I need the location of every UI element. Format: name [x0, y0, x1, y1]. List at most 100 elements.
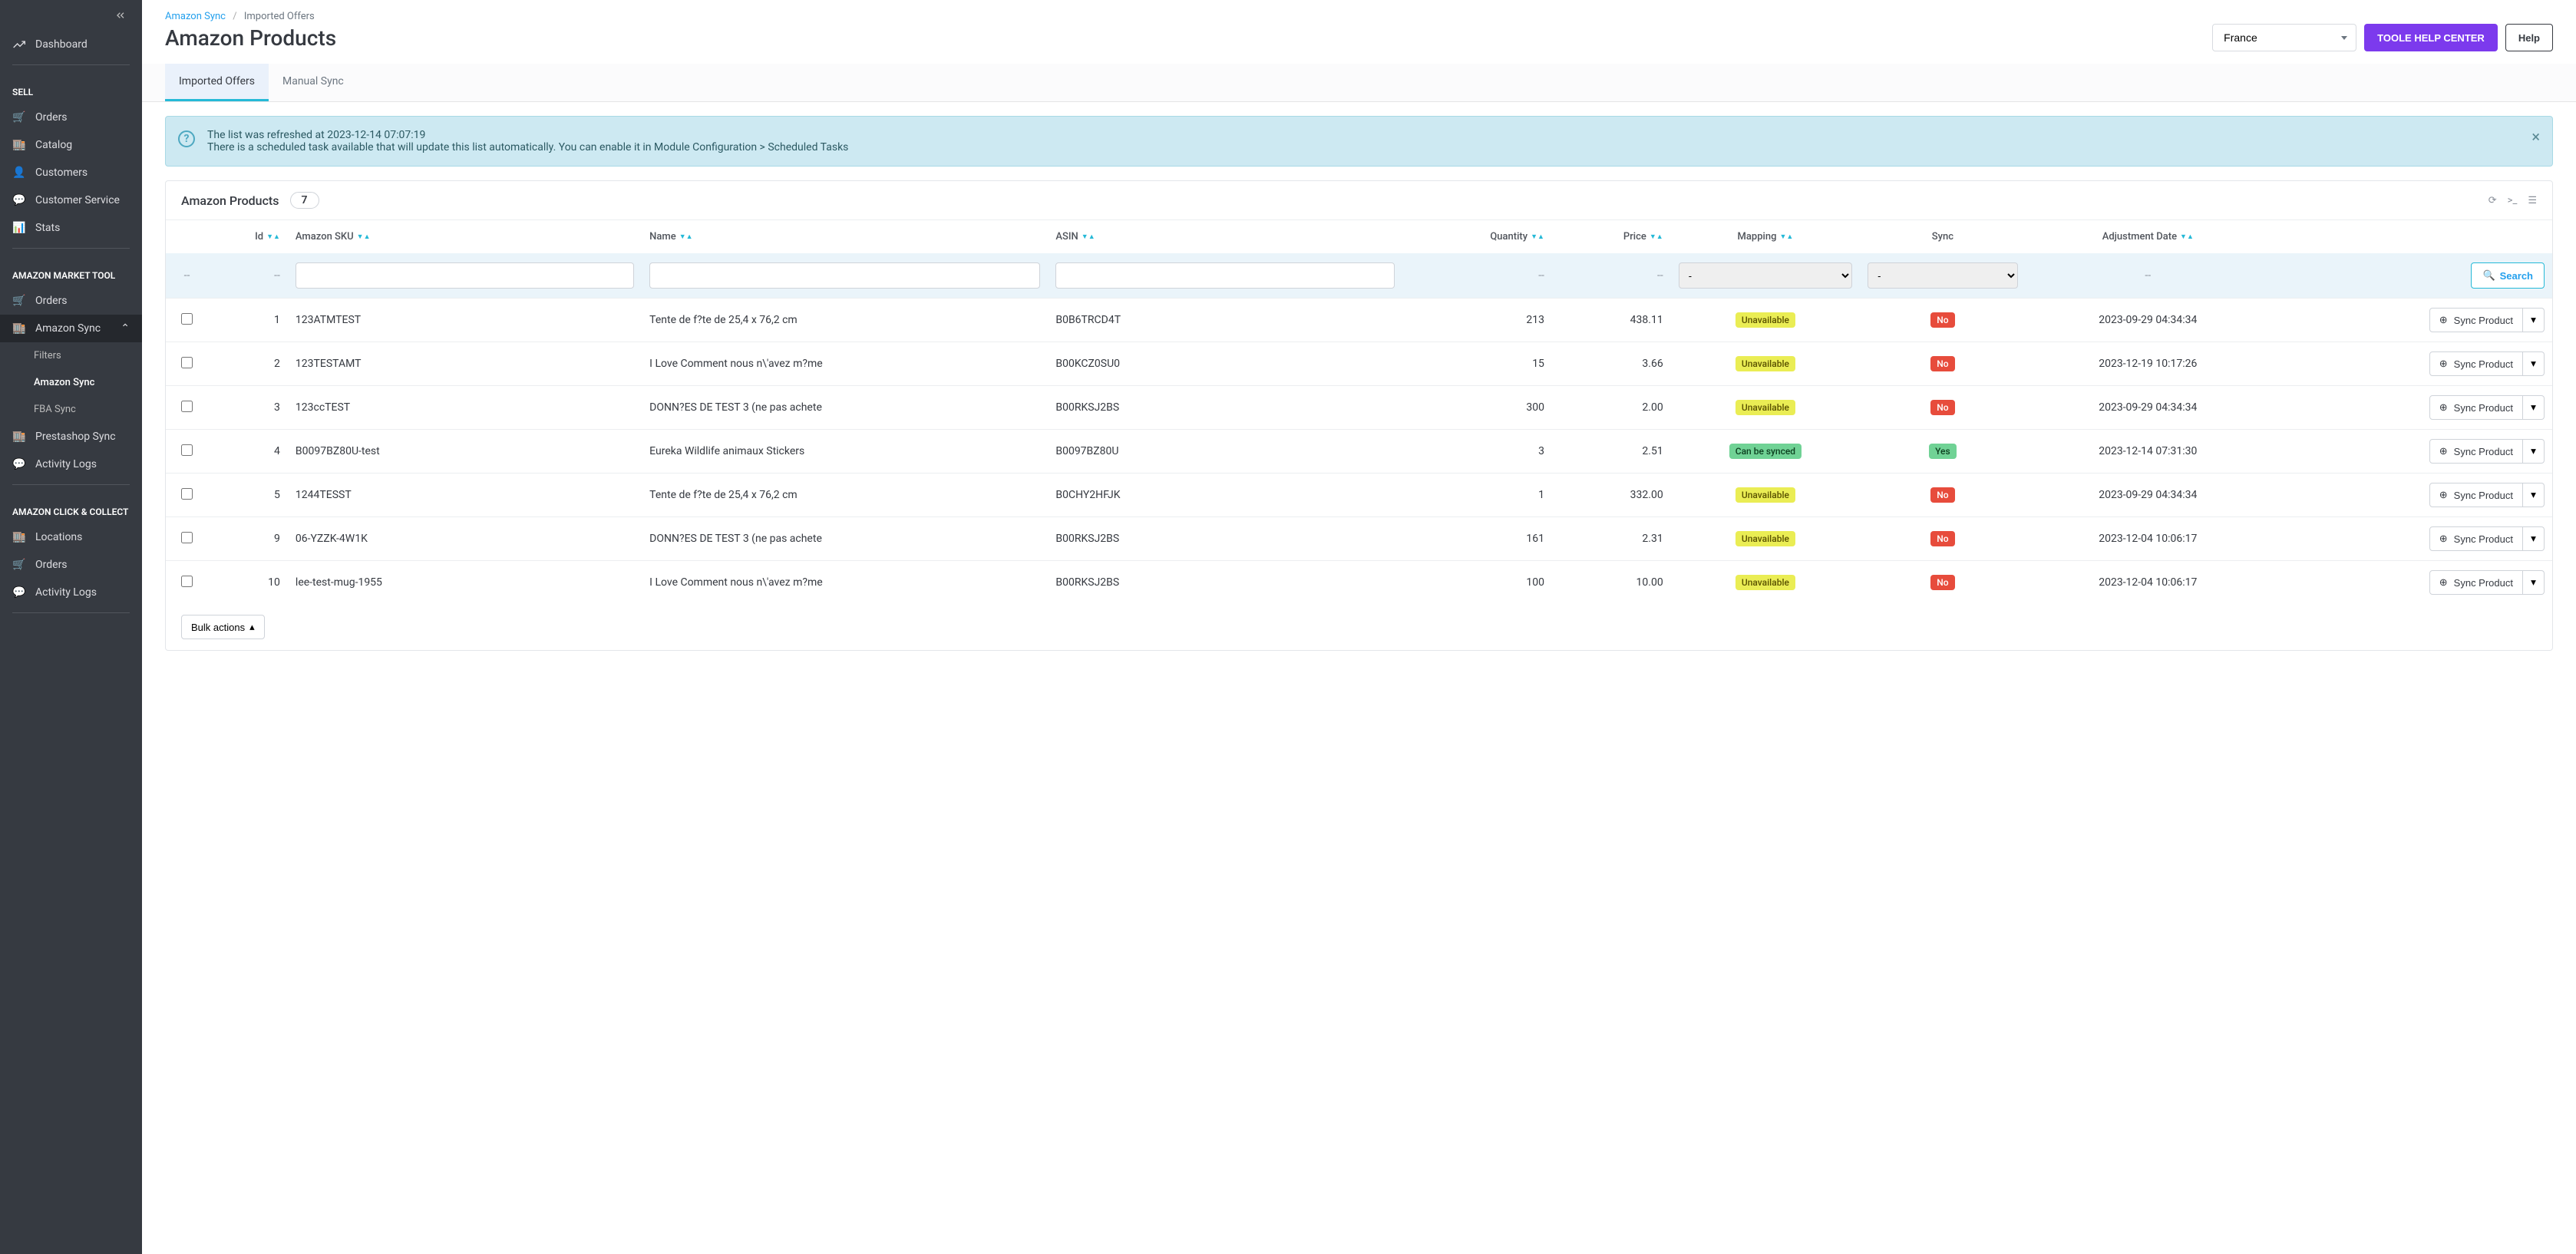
- search-icon: 🔍: [2482, 269, 2495, 282]
- group-title-amt: AMAZON MARKET TOOL: [0, 255, 142, 287]
- divider: [12, 484, 130, 485]
- filter-mapping-select[interactable]: -: [1679, 262, 1852, 289]
- search-button[interactable]: 🔍Search: [2471, 262, 2545, 289]
- cell-name: DONN?ES DE TEST 3 (ne pas achete: [642, 386, 1048, 430]
- count-badge: 7: [290, 192, 319, 209]
- nav-activity-logs-cc[interactable]: 💬Activity Logs: [0, 579, 142, 606]
- nav-activity-logs[interactable]: 💬Activity Logs: [0, 450, 142, 478]
- info-alert: ? The list was refreshed at 2023-12-14 0…: [165, 116, 2553, 167]
- download-icon: ⊕: [2439, 401, 2448, 414]
- row-actions-dropdown[interactable]: ▾: [2523, 526, 2545, 551]
- col-adj[interactable]: Adjustment Date▼▲: [2026, 220, 2271, 253]
- country-select[interactable]: France: [2212, 24, 2356, 51]
- caret-down-icon: ▾: [2531, 533, 2536, 545]
- group-title-clickcollect: AMAZON CLICK & COLLECT: [0, 491, 142, 523]
- download-icon: ⊕: [2439, 358, 2448, 370]
- terminal-icon[interactable]: >_: [2508, 195, 2518, 206]
- nav-orders[interactable]: 🛒Orders: [0, 104, 142, 131]
- col-id[interactable]: Id▼▲: [200, 220, 288, 253]
- row-actions-dropdown[interactable]: ▾: [2523, 395, 2545, 420]
- cell-sku: 123ccTEST: [288, 386, 642, 430]
- col-checkbox: [166, 220, 200, 253]
- cell-id: 3: [200, 386, 288, 430]
- cell-adj: 2023-09-29 04:34:34: [2026, 474, 2271, 517]
- help-button[interactable]: Help: [2505, 24, 2553, 51]
- filter-name-input[interactable]: [649, 262, 1040, 289]
- filter-asin-input[interactable]: [1055, 262, 1394, 289]
- row-checkbox[interactable]: [181, 576, 193, 587]
- tab-manual-sync[interactable]: Manual Sync: [269, 64, 358, 101]
- sync-product-button[interactable]: ⊕Sync Product: [2429, 483, 2523, 507]
- person-icon: 👤: [12, 167, 26, 179]
- row-actions-dropdown[interactable]: ▾: [2523, 308, 2545, 332]
- refresh-icon[interactable]: ⟳: [2488, 195, 2497, 206]
- cell-adj: 2023-09-29 04:34:34: [2026, 299, 2271, 342]
- nav-customer-service[interactable]: 💬Customer Service: [0, 186, 142, 214]
- subnav-fba-sync[interactable]: FBA Sync: [0, 396, 142, 423]
- row-checkbox[interactable]: [181, 488, 193, 500]
- col-name[interactable]: Name▼▲: [642, 220, 1048, 253]
- nav-label: Orders: [35, 559, 68, 571]
- row-checkbox[interactable]: [181, 401, 193, 412]
- sync-badge: No: [1930, 312, 1954, 328]
- sync-product-button[interactable]: ⊕Sync Product: [2429, 395, 2523, 420]
- row-actions-dropdown[interactable]: ▾: [2523, 483, 2545, 507]
- cell-asin: B00RKSJ2BS: [1048, 386, 1402, 430]
- cell-qty: 100: [1402, 561, 1552, 605]
- nav-stats[interactable]: 📊Stats: [0, 214, 142, 242]
- help-center-button[interactable]: TOOLE HELP CENTER: [2364, 24, 2498, 51]
- subnav-amazon-sync[interactable]: Amazon Sync: [0, 369, 142, 396]
- help-circle-icon: ?: [178, 130, 195, 147]
- cell-sku: lee-test-mug-1955: [288, 561, 642, 605]
- row-actions-dropdown[interactable]: ▾: [2523, 570, 2545, 595]
- row-checkbox[interactable]: [181, 313, 193, 325]
- nav-locations[interactable]: 🏬Locations: [0, 523, 142, 551]
- row-actions-dropdown[interactable]: ▾: [2523, 439, 2545, 464]
- subnav-filters[interactable]: Filters: [0, 342, 142, 369]
- sync-product-button[interactable]: ⊕Sync Product: [2429, 526, 2523, 551]
- download-icon: ⊕: [2439, 314, 2448, 326]
- col-price[interactable]: Price▼▲: [1552, 220, 1671, 253]
- nav-label: Dashboard: [35, 38, 88, 51]
- row-checkbox[interactable]: [181, 357, 193, 368]
- chat-icon: 💬: [12, 458, 26, 470]
- col-asin[interactable]: ASIN▼▲: [1048, 220, 1402, 253]
- filter-sku-input[interactable]: [296, 262, 634, 289]
- bulk-actions-button[interactable]: Bulk actions ▴: [181, 615, 265, 639]
- nav-customers[interactable]: 👤Customers: [0, 159, 142, 186]
- sync-product-button[interactable]: ⊕Sync Product: [2429, 439, 2523, 464]
- caret-up-icon: ▴: [249, 621, 255, 633]
- col-qty[interactable]: Quantity▼▲: [1402, 220, 1552, 253]
- trending-up-icon: [12, 38, 26, 51]
- row-actions-dropdown[interactable]: ▾: [2523, 351, 2545, 376]
- breadcrumb-link[interactable]: Amazon Sync: [165, 11, 226, 22]
- nav-orders-amt[interactable]: 🛒Orders: [0, 287, 142, 315]
- cell-name: I Love Comment nous n\'avez m?me: [642, 342, 1048, 386]
- cell-qty: 3: [1402, 430, 1552, 474]
- sync-badge: No: [1930, 487, 1954, 503]
- filter-dash: --: [184, 269, 190, 282]
- nav-amazon-sync[interactable]: 🏬 Amazon Sync ⌃: [0, 315, 142, 342]
- sync-product-button[interactable]: ⊕Sync Product: [2429, 308, 2523, 332]
- collapse-button[interactable]: [0, 0, 142, 31]
- nav-dashboard[interactable]: Dashboard: [0, 31, 142, 58]
- filter-sync-select[interactable]: -: [1868, 262, 2018, 289]
- alert-line-2: There is a scheduled task available that…: [207, 141, 2522, 153]
- row-checkbox[interactable]: [181, 444, 193, 456]
- sync-product-button[interactable]: ⊕Sync Product: [2429, 351, 2523, 376]
- sync-product-button[interactable]: ⊕Sync Product: [2429, 570, 2523, 595]
- row-checkbox[interactable]: [181, 532, 193, 543]
- nav-prestashop-sync[interactable]: 🏬Prestashop Sync: [0, 423, 142, 450]
- database-icon[interactable]: ☰: [2528, 195, 2537, 206]
- cell-adj: 2023-12-04 10:06:17: [2026, 517, 2271, 561]
- nav-catalog[interactable]: 🏬Catalog: [0, 131, 142, 159]
- close-icon[interactable]: ×: [2531, 127, 2540, 146]
- cell-price: 3.66: [1552, 342, 1671, 386]
- col-mapping[interactable]: Mapping▼▲: [1671, 220, 1860, 253]
- nav-orders-cc[interactable]: 🛒Orders: [0, 551, 142, 579]
- group-title-sell: SELL: [0, 71, 142, 104]
- col-sku[interactable]: Amazon SKU▼▲: [288, 220, 642, 253]
- sidebar: Dashboard SELL 🛒Orders 🏬Catalog 👤Custome…: [0, 0, 142, 1254]
- breadcrumb-current: Imported Offers: [244, 11, 315, 22]
- tab-imported-offers[interactable]: Imported Offers: [165, 64, 269, 101]
